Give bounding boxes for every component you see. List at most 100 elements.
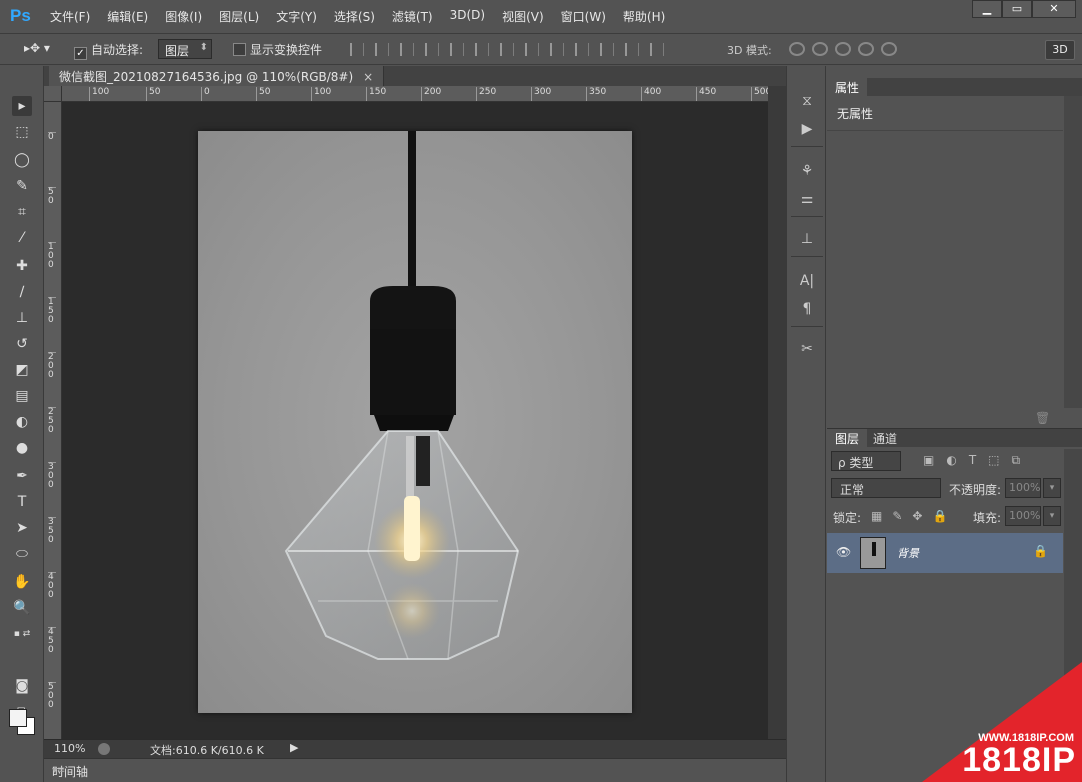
align-top-icon[interactable] bbox=[350, 43, 364, 56]
vertical-ruler[interactable]: 0 50 100 150 200 250 300 350 400 450 500 bbox=[44, 102, 62, 739]
canvas-vertical-scrollbar[interactable] bbox=[768, 86, 786, 739]
zoom-tool-icon[interactable]: 🔍 bbox=[12, 598, 32, 618]
menu-window[interactable]: 窗口(W) bbox=[561, 8, 606, 25]
align-bottom-icon[interactable] bbox=[400, 43, 414, 56]
trash-icon[interactable]: 🗑 bbox=[1035, 411, 1050, 425]
menu-view[interactable]: 视图(V) bbox=[502, 8, 544, 25]
blend-mode-select[interactable]: 正常 bbox=[831, 478, 941, 498]
lasso-tool-icon[interactable]: ◯ bbox=[12, 150, 32, 170]
distribute-left-icon[interactable] bbox=[575, 43, 589, 56]
fill-field[interactable]: 100% bbox=[1005, 506, 1041, 526]
brush-presets-icon[interactable]: ⚌ bbox=[797, 190, 817, 208]
auto-align-icon[interactable] bbox=[650, 43, 664, 56]
brush-panel-icon[interactable]: ⚘ bbox=[797, 162, 817, 180]
align-vcenter-icon[interactable] bbox=[375, 43, 389, 56]
filter-type-icon[interactable]: T bbox=[969, 453, 976, 468]
layer-name[interactable]: 背景 bbox=[897, 545, 919, 561]
actions-panel-icon[interactable]: ▶ bbox=[797, 120, 817, 138]
distribute-hcenter-icon[interactable] bbox=[600, 43, 614, 56]
3d-scale-icon[interactable] bbox=[881, 42, 897, 56]
distribute-bottom-icon[interactable] bbox=[550, 43, 564, 56]
shape-tool-icon[interactable]: ⬭ bbox=[12, 544, 32, 564]
tool-presets-icon[interactable]: ✂ bbox=[797, 340, 817, 358]
quick-mask-icon[interactable]: ◙ bbox=[12, 676, 32, 696]
3d-workspace-button[interactable]: 3D bbox=[1045, 40, 1075, 60]
menu-file[interactable]: 文件(F) bbox=[50, 8, 90, 25]
brush-tool-icon[interactable]: ∕ bbox=[12, 282, 32, 302]
lock-all-icon[interactable]: 🔒 bbox=[932, 509, 947, 523]
history-brush-tool-icon[interactable]: ↺ bbox=[12, 334, 32, 354]
filter-smart-icon[interactable]: ⧉ bbox=[1012, 453, 1021, 468]
document-tab[interactable]: 微信截图_20210827164536.jpg @ 110%(RGB/8#) × bbox=[49, 66, 385, 86]
layer-row[interactable]: 👁 背景 🔒 bbox=[827, 533, 1063, 573]
menu-edit[interactable]: 编辑(E) bbox=[107, 8, 148, 25]
opacity-field[interactable]: 100% bbox=[1005, 478, 1041, 498]
auto-select-dropdown[interactable]: 图层 bbox=[158, 39, 212, 59]
swap-colors-icon[interactable]: ▪ ⇄ bbox=[12, 624, 32, 644]
menu-select[interactable]: 选择(S) bbox=[334, 8, 375, 25]
3d-slide-icon[interactable] bbox=[858, 42, 874, 56]
clone-stamp-tool-icon[interactable]: ⊥ bbox=[12, 308, 32, 328]
document-preview-icon[interactable] bbox=[98, 743, 110, 755]
maximize-button[interactable]: ▭ bbox=[1002, 0, 1032, 18]
ruler-origin[interactable] bbox=[44, 86, 62, 102]
show-transform-toggle[interactable]: 显示变换控件 bbox=[233, 41, 322, 58]
marquee-tool-icon[interactable]: ⬚ bbox=[12, 122, 32, 142]
status-menu-arrow[interactable]: ▶ bbox=[290, 741, 298, 754]
crop-tool-icon[interactable]: ⌗ bbox=[12, 202, 32, 222]
close-tab-icon[interactable]: × bbox=[363, 70, 373, 84]
timeline-menu-icon[interactable]: ▾≡ bbox=[52, 765, 780, 776]
close-button[interactable]: ✕ bbox=[1032, 0, 1076, 18]
foreground-color-swatch[interactable] bbox=[9, 709, 27, 727]
lock-pixels-icon[interactable]: ✎ bbox=[892, 509, 902, 523]
menu-help[interactable]: 帮助(H) bbox=[623, 8, 665, 25]
type-tool-icon[interactable]: T bbox=[12, 492, 32, 512]
tab-channels[interactable]: 通道 bbox=[865, 429, 905, 447]
tab-layers[interactable]: 图层 bbox=[827, 429, 868, 447]
eyedropper-tool-icon[interactable]: ⁄ bbox=[12, 228, 32, 248]
fill-dropdown-icon[interactable]: ▾ bbox=[1043, 506, 1061, 526]
eraser-tool-icon[interactable]: ◩ bbox=[12, 360, 32, 380]
visibility-eye-icon[interactable]: 👁 bbox=[836, 545, 851, 559]
hand-tool-icon[interactable]: ✋ bbox=[12, 572, 32, 592]
3d-drag-icon[interactable] bbox=[835, 42, 851, 56]
align-hcenter-icon[interactable] bbox=[450, 43, 464, 56]
distribute-vcenter-icon[interactable] bbox=[525, 43, 539, 56]
path-select-tool-icon[interactable]: ➤ bbox=[12, 518, 32, 538]
show-transform-checkbox[interactable] bbox=[233, 43, 246, 56]
pen-tool-icon[interactable]: ✒ bbox=[12, 466, 32, 486]
paragraph-panel-icon[interactable]: ¶ bbox=[797, 300, 817, 318]
minimize-button[interactable]: ▁ bbox=[972, 0, 1002, 18]
lock-position-icon[interactable]: ✥ bbox=[912, 509, 922, 523]
filter-pixel-icon[interactable]: ▣ bbox=[923, 453, 934, 468]
menu-3d[interactable]: 3D(D) bbox=[450, 8, 485, 25]
move-tool-icon[interactable]: ▸ bbox=[12, 96, 32, 116]
align-right-icon[interactable] bbox=[475, 43, 489, 56]
auto-select-checkbox[interactable]: ✓ bbox=[74, 47, 87, 60]
clone-source-icon[interactable]: ⊥ bbox=[797, 230, 817, 248]
horizontal-ruler[interactable]: 100 50 0 50 100 150 200 250 300 350 400 … bbox=[62, 86, 768, 102]
zoom-level[interactable]: 110% bbox=[54, 742, 85, 755]
3d-roll-icon[interactable] bbox=[812, 42, 828, 56]
opacity-dropdown-icon[interactable]: ▾ bbox=[1043, 478, 1061, 498]
menu-type[interactable]: 文字(Y) bbox=[276, 8, 317, 25]
layer-filter-select[interactable]: ρ 类型 bbox=[831, 451, 901, 471]
quick-select-tool-icon[interactable]: ✎ bbox=[12, 176, 32, 196]
auto-select-toggle[interactable]: ✓ 自动选择: bbox=[74, 41, 143, 60]
healing-brush-tool-icon[interactable]: ✚ bbox=[12, 256, 32, 276]
properties-scrollbar[interactable] bbox=[1064, 96, 1082, 408]
filter-adjust-icon[interactable]: ◐ bbox=[946, 453, 956, 468]
document-image[interactable] bbox=[198, 131, 632, 713]
3d-rotate-icon[interactable] bbox=[789, 42, 805, 56]
dodge-tool-icon[interactable]: ● bbox=[12, 438, 32, 458]
distribute-right-icon[interactable] bbox=[625, 43, 639, 56]
character-panel-icon[interactable]: A| bbox=[797, 272, 817, 290]
blur-tool-icon[interactable]: ◐ bbox=[12, 412, 32, 432]
tab-properties[interactable]: 属性 bbox=[827, 78, 868, 96]
align-left-icon[interactable] bbox=[425, 43, 439, 56]
menu-image[interactable]: 图像(I) bbox=[165, 8, 202, 25]
history-panel-icon[interactable]: ⧖ bbox=[797, 92, 817, 110]
distribute-top-icon[interactable] bbox=[500, 43, 514, 56]
filter-shape-icon[interactable]: ⬚ bbox=[988, 453, 999, 468]
lock-transparency-icon[interactable]: ▦ bbox=[871, 509, 882, 523]
